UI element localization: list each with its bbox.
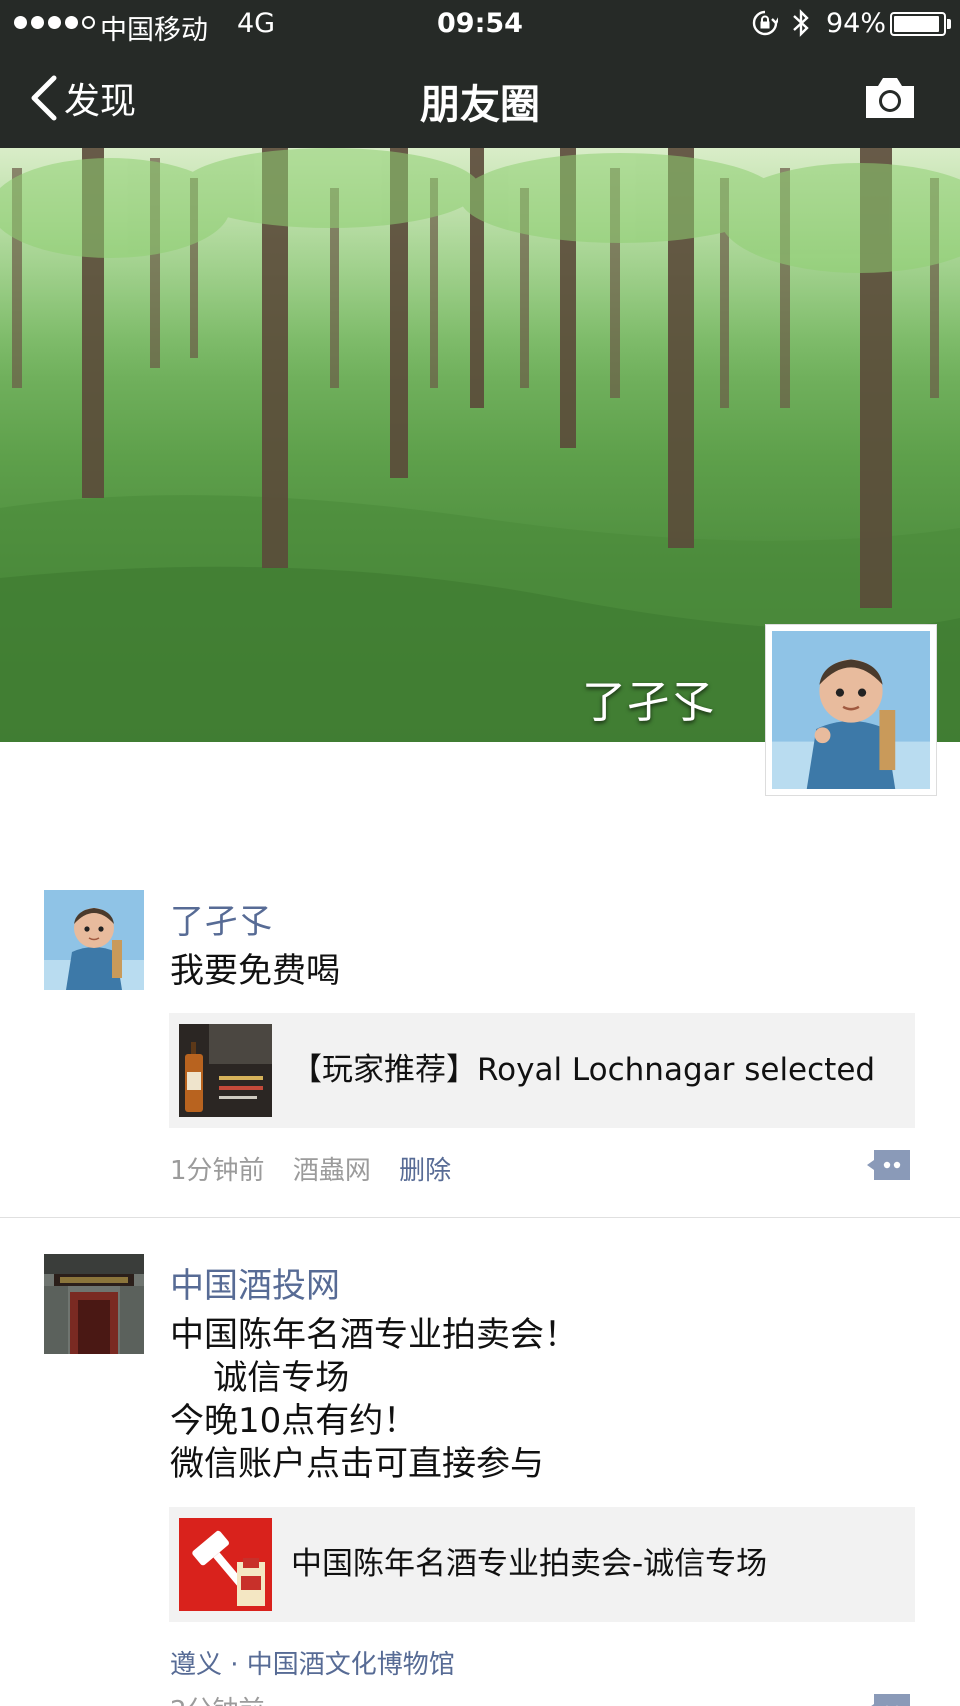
shared-link-card[interactable]: 中国陈年名酒专业拍卖会-诚信专场 [169, 1507, 915, 1622]
post-meta: 2分钟前 [170, 1690, 285, 1706]
status-bar: 中国移动 4G 09:54 94% [0, 0, 960, 48]
post-author-name[interactable]: 中国酒投网 [170, 1258, 340, 1307]
comment-icon[interactable] [866, 1692, 912, 1706]
post-avatar[interactable] [44, 890, 144, 990]
auction-gavel-image [179, 1518, 272, 1611]
post-text: 中国陈年名酒专业拍卖会！ 诚信专场 今晚10点有约！ 微信账户点击可直接参与 [170, 1315, 578, 1484]
link-title: 【玩家推荐】Royal Lochnagar selected [291, 1052, 876, 1088]
shared-link-card[interactable]: 【玩家推荐】Royal Lochnagar selected [169, 1013, 915, 1128]
whisky-bottle-image [179, 1024, 272, 1117]
delete-button[interactable]: 删除 [399, 1156, 451, 1186]
link-thumbnail [179, 1024, 272, 1117]
battery-percent: 94% [826, 8, 887, 39]
post-location[interactable]: 遵义 · 中国酒文化博物馆 [170, 1644, 455, 1681]
moment-post: 中国酒投网 中国陈年名酒专业拍卖会！ 诚信专场 今晚10点有约！ 微信账户点击可… [0, 1254, 960, 1706]
avatar-image [772, 631, 930, 789]
link-title: 中国陈年名酒专业拍卖会-诚信专场 [291, 1546, 768, 1582]
post-time: 2分钟前 [170, 1696, 265, 1706]
post-time: 1分钟前 [170, 1156, 265, 1186]
page-title: 朋友圈 [420, 82, 540, 128]
link-thumbnail [179, 1518, 272, 1611]
battery-icon [890, 12, 946, 36]
camera-icon[interactable] [862, 74, 918, 122]
rotation-lock-icon [752, 10, 778, 36]
post-source[interactable]: 酒蟲网 [293, 1156, 371, 1186]
top-bar: 中国移动 4G 09:54 94% 发现 朋友圈 [0, 0, 960, 148]
bluetooth-icon [793, 9, 809, 37]
profile-name: 了孑孓 [582, 677, 714, 728]
post-text: 我要免费喝 [170, 951, 340, 991]
post-avatar[interactable] [44, 1254, 144, 1354]
status-time: 09:54 [437, 8, 523, 39]
moment-post: 了孑孓 我要免费喝 【玩家推荐】Royal Lochnagar selected… [0, 890, 960, 1218]
post-author-name[interactable]: 了孑孓 [170, 894, 272, 943]
post-meta: 1分钟前 酒蟲网 删除 [170, 1150, 471, 1187]
comment-icon[interactable] [866, 1148, 912, 1182]
museum-gate-image [44, 1254, 144, 1354]
avatar-image [44, 890, 144, 990]
battery-tip [947, 19, 951, 29]
nav-bar: 发现 朋友圈 [0, 48, 960, 148]
profile-avatar[interactable] [765, 624, 937, 796]
